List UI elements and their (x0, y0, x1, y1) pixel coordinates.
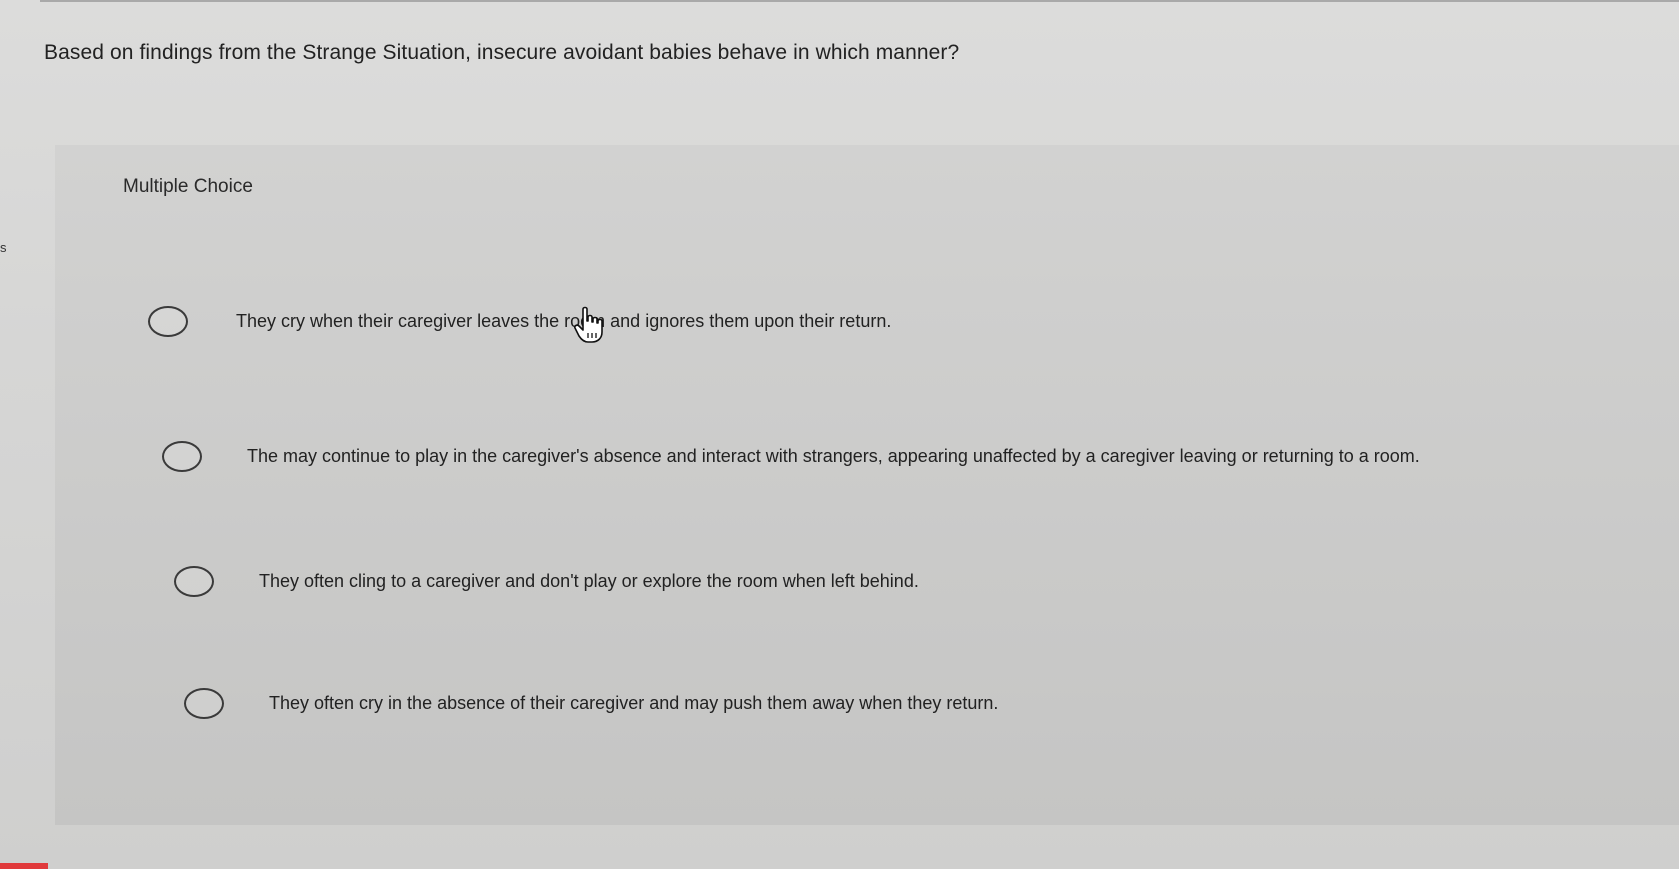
answer-panel (55, 145, 1679, 825)
radio-button-4[interactable] (184, 688, 224, 719)
answer-option-3[interactable]: They often cling to a caregiver and don'… (174, 566, 919, 597)
radio-button-2[interactable] (162, 441, 202, 472)
answer-option-label: They often cry in the absence of their c… (269, 693, 999, 713)
answer-option-1[interactable]: They cry when their caregiver leaves the… (148, 306, 891, 337)
answer-option-label: They often cling to a caregiver and don'… (259, 571, 919, 591)
hand-pointer-icon (574, 306, 603, 343)
question-type-label: Multiple Choice (123, 176, 253, 197)
answer-option-2[interactable]: The may continue to play in the caregive… (162, 441, 1420, 472)
radio-button-3[interactable] (174, 566, 214, 597)
top-divider (40, 0, 1679, 2)
answer-option-4[interactable]: They often cry in the absence of their c… (184, 688, 998, 719)
answer-option-label: They cry when their caregiver leaves the… (236, 311, 892, 331)
red-edge-marker (0, 863, 48, 869)
answer-option-label: The may continue to play in the caregive… (247, 446, 1420, 466)
edge-text-fragment: s (0, 240, 7, 255)
question-text: Based on findings from the Strange Situa… (44, 41, 960, 64)
radio-button-1[interactable] (148, 306, 188, 337)
